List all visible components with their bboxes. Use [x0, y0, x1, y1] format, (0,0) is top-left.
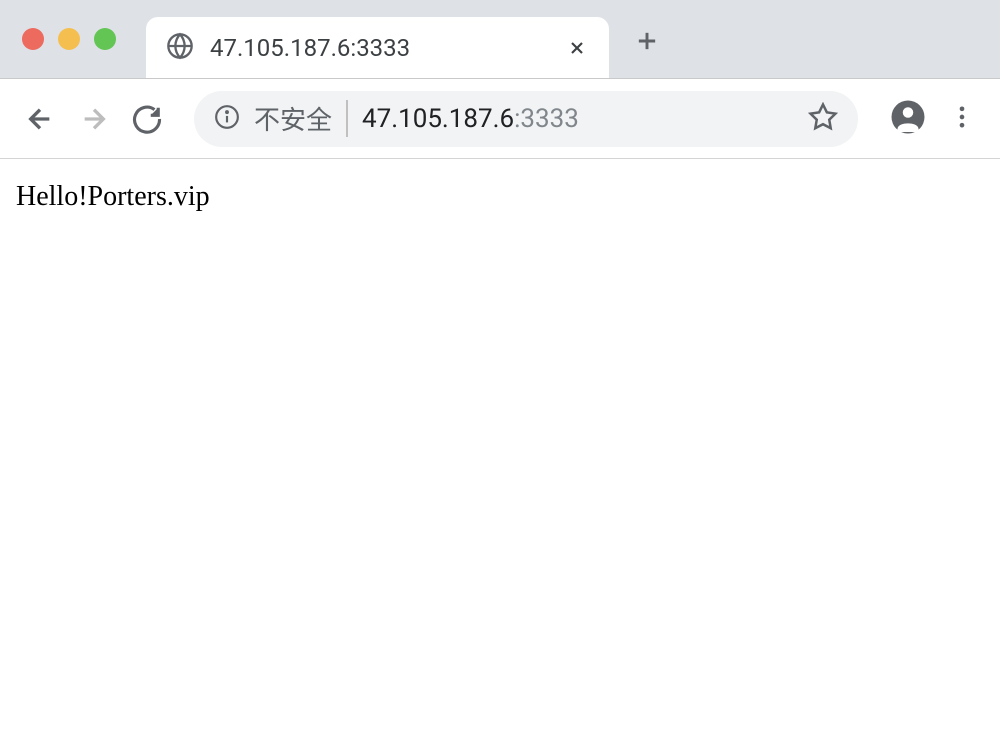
menu-button[interactable]: [948, 103, 976, 135]
close-tab-button[interactable]: [565, 36, 589, 60]
maximize-window-button[interactable]: [94, 28, 116, 50]
close-window-button[interactable]: [22, 28, 44, 50]
page-body-text: Hello!Porters.vip: [16, 181, 984, 213]
info-icon[interactable]: [214, 104, 240, 134]
globe-icon: [166, 32, 194, 64]
new-tab-button[interactable]: [609, 24, 685, 64]
url-port: 3333: [520, 104, 578, 134]
tab-title: 47.105.187.6:3333: [210, 34, 549, 62]
navigation-bar: 不安全 47.105.187.6:3333: [0, 79, 1000, 159]
browser-chrome: 47.105.187.6:3333: [0, 0, 1000, 79]
not-secure-label: 不安全: [254, 100, 348, 137]
forward-button[interactable]: [78, 103, 110, 135]
url-host: 47.105.187.6: [362, 104, 514, 134]
url-text: 47.105.187.6:3333: [362, 104, 794, 134]
profile-button[interactable]: [890, 99, 926, 139]
minimize-window-button[interactable]: [58, 28, 80, 50]
page-content: Hello!Porters.vip: [0, 159, 1000, 235]
window-controls: [12, 28, 146, 50]
tab-bar: 47.105.187.6:3333: [0, 0, 1000, 78]
address-bar[interactable]: 不安全 47.105.187.6:3333: [194, 91, 858, 147]
browser-tab[interactable]: 47.105.187.6:3333: [146, 17, 609, 78]
back-button[interactable]: [24, 103, 56, 135]
bookmark-star-icon[interactable]: [808, 102, 838, 136]
reload-button[interactable]: [132, 104, 162, 134]
